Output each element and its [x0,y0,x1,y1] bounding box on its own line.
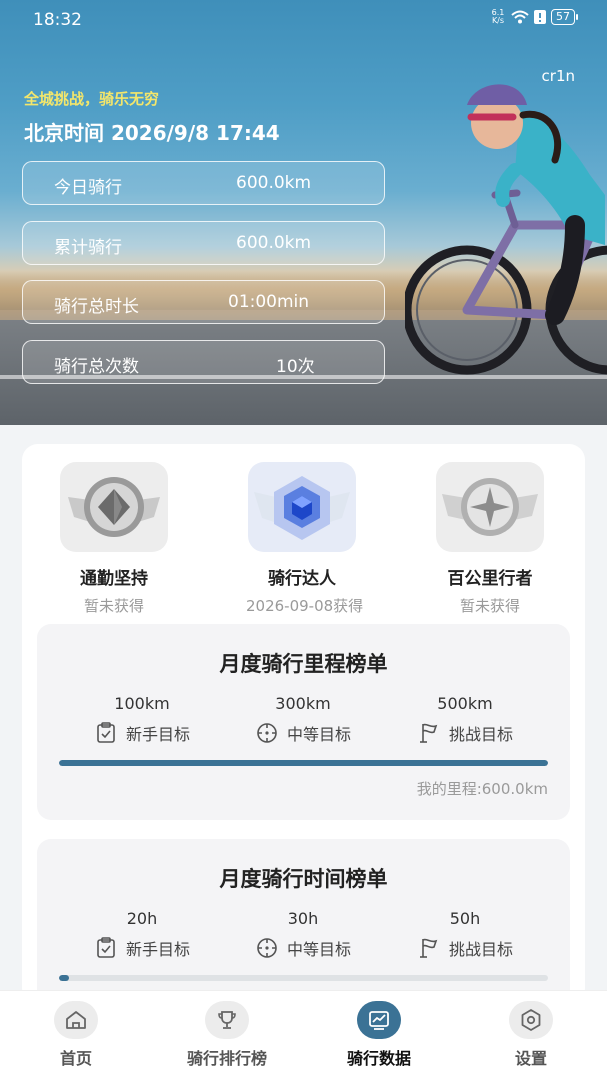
time-ranking-title: 月度骑行时间榜单 [219,867,388,891]
trophy-icon [205,1001,249,1039]
tab-home[interactable]: 首页 [16,1001,136,1069]
clipboard-check-icon [97,722,115,743]
badge-status: 暂未获得 [83,597,144,615]
clipboard-check-icon [97,937,115,958]
achievement-card: 通勤坚持 暂未获得 骑行达人 2026-09-08获得 百公里行者 暂未获得 月… [22,444,585,1019]
stat-total-count: 骑行总次数 10次 [22,340,385,384]
silver-star-badge-icon [436,462,544,552]
goal-amount: 30h [287,909,319,928]
goal-amount: 300km [275,694,331,713]
stat-value: 600.0km [236,233,312,253]
badge-name: 百公里行者 [447,569,533,589]
stat-total-ride: 累计骑行 600.0km [22,221,385,265]
username[interactable]: cr1n [542,67,575,85]
goal-label: 挑战目标 [448,725,513,744]
goal-beginner: 20h 新手目标 [72,909,212,960]
settings-icon [509,1001,553,1039]
tab-ranking[interactable]: 骑行排行榜 [167,1001,287,1069]
goal-amount: 50h [449,909,481,928]
tab-label: 骑行排行榜 [186,1049,267,1068]
tab-label: 首页 [59,1049,92,1068]
stat-label: 骑行总次数 [54,357,139,377]
my-distance: 我的里程:600.0km [416,780,548,798]
goal-label: 中等目标 [286,940,351,959]
status-time: 18:32 [33,10,82,30]
distance-progress-bar [59,760,548,766]
stat-value: 10次 [276,357,315,377]
alert-icon [534,10,546,24]
badge-status: 暂未获得 [459,597,520,615]
crosshair-icon [257,938,277,958]
chart-icon [357,1001,401,1039]
slogan: 全城挑战，骑乐无穷 [24,90,160,108]
distance-ranking-panel: 月度骑行里程榜单 100km 新手目标 300km 中等目标 500km 挑战目… [37,624,570,820]
tab-label: 设置 [514,1049,547,1068]
badge-name: 通勤坚持 [80,569,148,589]
goal-label: 新手目标 [125,725,190,744]
badge-ride-master[interactable]: 骑行达人 2026-09-08获得 [246,462,364,616]
cyclist-illustration [405,84,607,375]
bottom-tab-bar: 首页 骑行排行榜 骑行数据 设置 [0,990,607,1080]
crosshair-icon [257,723,277,743]
badge-name: 骑行达人 [268,569,336,589]
flag-icon [419,723,438,743]
tab-label: 骑行数据 [346,1049,411,1068]
stat-value: 600.0km [236,173,312,193]
goal-label: 挑战目标 [448,940,513,959]
goal-medium: 30h 中等目标 [233,909,373,960]
goal-amount: 20h [126,909,158,928]
tab-ride-data[interactable]: 骑行数据 [319,1001,439,1069]
stat-label: 累计骑行 [54,238,122,258]
goal-challenge: 500km 挑战目标 [395,694,535,745]
hero-banner: 18:32 6.1 K/s 57 cr1n 全城挑战，骑乐无穷 北京时间 202… [0,0,607,425]
home-icon [54,1001,98,1039]
distance-ranking-title: 月度骑行里程榜单 [219,652,388,676]
stat-label: 今日骑行 [54,178,122,198]
stat-value: 01:00min [228,292,310,312]
stat-today-ride: 今日骑行 600.0km [22,161,385,205]
wifi-icon [511,10,529,24]
goal-beginner: 100km 新手目标 [72,694,212,745]
time-progress-bar [59,975,548,981]
goal-challenge: 50h 挑战目标 [395,909,535,960]
network-speed: 6.1 K/s [491,8,505,25]
status-bar: 18:32 6.1 K/s 57 [0,0,607,40]
silver-diamond-badge-icon [60,462,168,552]
goal-amount: 500km [437,694,493,713]
status-icons: 6.1 K/s 57 [490,8,578,25]
stat-label: 骑行总时长 [54,297,139,317]
badge-commute[interactable]: 通勤坚持 暂未获得 [58,462,170,616]
battery-indicator: 57 [551,9,578,25]
goal-label: 新手目标 [125,940,190,959]
goal-label: 中等目标 [286,725,351,744]
badge-hundred-km[interactable]: 百公里行者 暂未获得 [434,462,546,616]
badge-status: 2026-09-08获得 [246,597,364,615]
tab-settings[interactable]: 设置 [471,1001,591,1069]
distance-progress-fill [59,760,548,766]
goal-medium: 300km 中等目标 [233,694,373,745]
beijing-time: 北京时间 2026/9/8 17:44 [24,121,280,145]
goal-amount: 100km [114,694,170,713]
time-progress-fill [59,975,69,981]
flag-icon [419,938,438,958]
stat-total-duration: 骑行总时长 01:00min [22,280,385,324]
blue-cube-badge-icon [248,462,356,552]
